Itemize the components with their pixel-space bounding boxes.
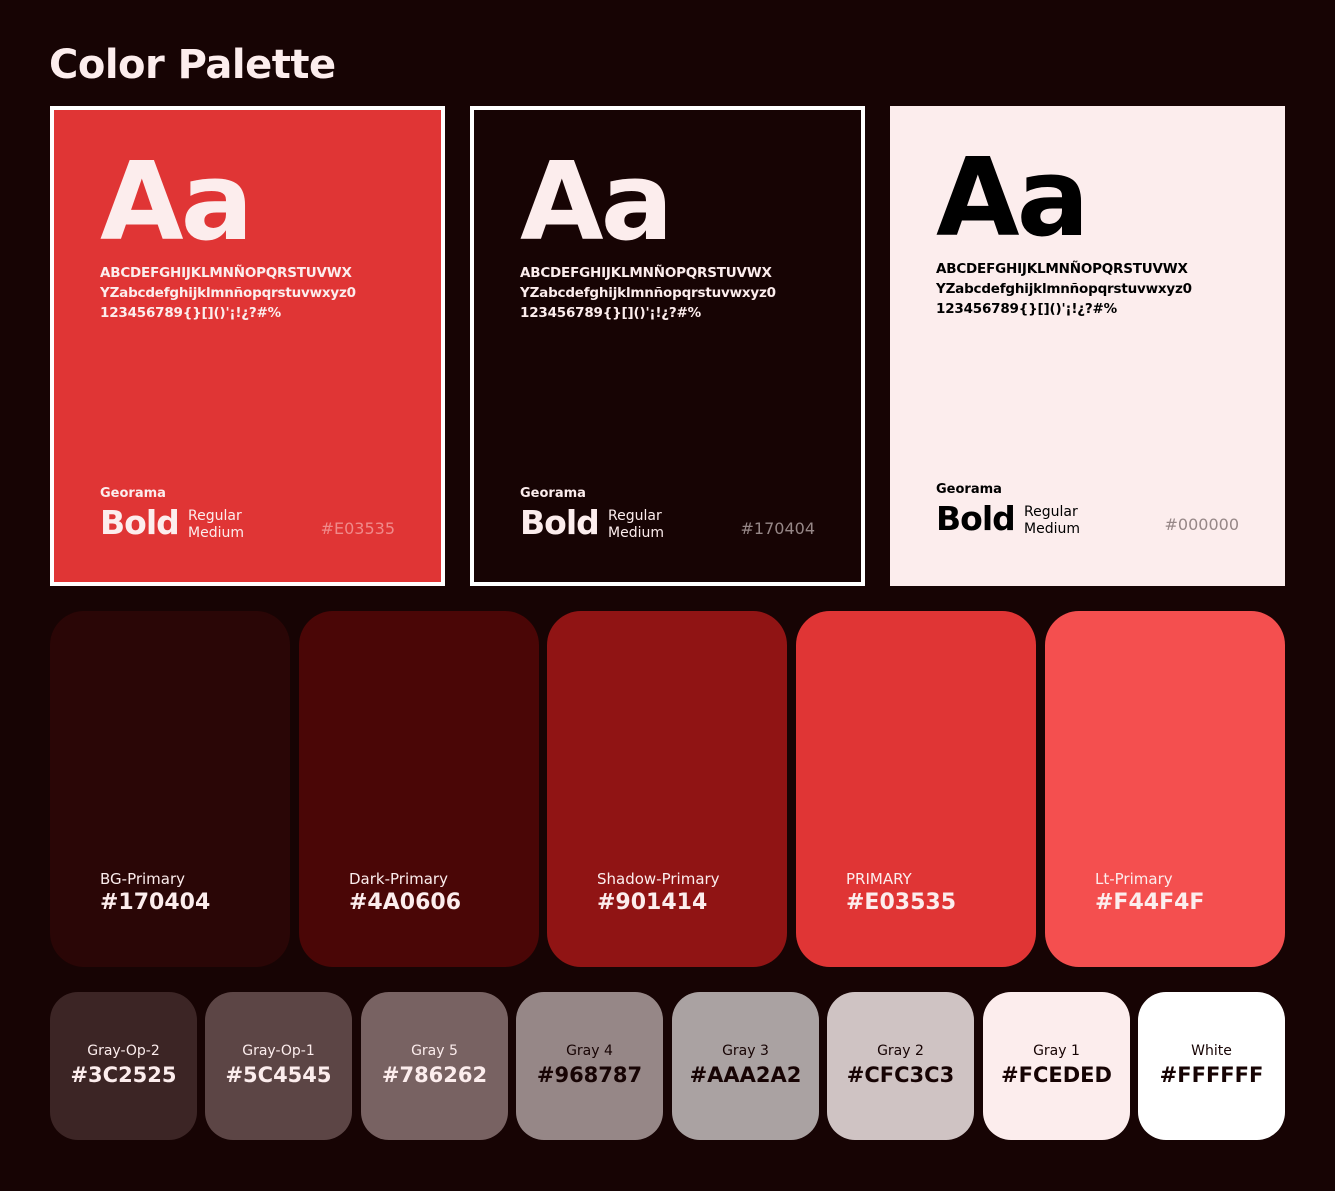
glyph-set: ABCDEFGHIJKLMNÑOPQRSTUVWX YZabcdefghijkl… <box>100 263 420 323</box>
weight-list: Regular Medium <box>608 508 664 542</box>
glyph-line-numbers: 123456789{}[]()'¡!¿?#% <box>936 301 1117 317</box>
swatch-hex: #170404 <box>100 890 211 915</box>
font-name: Georama <box>520 486 586 501</box>
type-card-surface: Aa ABCDEFGHIJKLMNÑOPQRSTUVWX YZabcdefghi… <box>474 110 861 582</box>
swatch-hex: #786262 <box>381 1063 488 1087</box>
swatch-hex: #FFFFFF <box>1159 1063 1264 1087</box>
weight-medium: Medium <box>608 525 664 541</box>
type-card-surface: Aa ABCDEFGHIJKLMNÑOPQRSTUVWX YZabcdefghi… <box>54 110 441 582</box>
swatch-gray-1: Gray 1 #FCEDED <box>983 992 1130 1140</box>
swatch-gray-5: Gray 5 #786262 <box>361 992 508 1140</box>
swatch-name: Gray 2 <box>877 1043 924 1059</box>
glyph-set: ABCDEFGHIJKLMNÑOPQRSTUVWX YZabcdefghijkl… <box>520 263 840 323</box>
swatch-gray-4: Gray 4 #968787 <box>516 992 663 1140</box>
swatch-name: Gray 4 <box>566 1043 613 1059</box>
type-card-light: Aa ABCDEFGHIJKLMNÑOPQRSTUVWX YZabcdefghi… <box>890 106 1285 586</box>
glyph-line-uppercase: ABCDEFGHIJKLMNÑOPQRSTUVWX <box>936 261 1188 277</box>
swatch-hex: #3C2525 <box>70 1063 177 1087</box>
weight-bold: Bold <box>936 499 1016 538</box>
swatch-lt-primary: Lt-Primary #F44F4F <box>1045 611 1285 967</box>
swatch-name: Lt-Primary <box>1095 870 1173 888</box>
glyph-line-lowercase: YZabcdefghijklmnñopqrstuvwxyz0 <box>100 285 356 301</box>
swatch-hex: #F44F4F <box>1095 890 1205 915</box>
swatch-dark-primary: Dark-Primary #4A0606 <box>299 611 539 967</box>
swatch-gray-op-1: Gray-Op-1 #5C4545 <box>205 992 352 1140</box>
weight-regular: Regular <box>188 508 242 524</box>
swatch-gray-2: Gray 2 #CFC3C3 <box>827 992 974 1140</box>
swatch-shadow-primary: Shadow-Primary #901414 <box>547 611 787 967</box>
swatch-name: Dark-Primary <box>349 870 448 888</box>
glyph-line-lowercase: YZabcdefghijklmnñopqrstuvwxyz0 <box>520 285 776 301</box>
swatch-hex: #E03535 <box>846 890 956 915</box>
type-specimen-aa: Aa <box>520 140 673 265</box>
swatch-name: BG-Primary <box>100 870 186 888</box>
swatch-name: Gray-Op-1 <box>242 1043 315 1059</box>
swatch-name: Gray 1 <box>1033 1043 1080 1059</box>
swatch-name: PRIMARY <box>846 870 912 888</box>
swatch-hex: #FCEDED <box>1001 1063 1112 1087</box>
card-hex-code: #000000 <box>1164 515 1239 534</box>
swatch-gray-op-2: Gray-Op-2 #3C2525 <box>50 992 197 1140</box>
type-specimen-aa: Aa <box>936 136 1089 261</box>
swatch-bg-primary: BG-Primary #170404 <box>50 611 290 967</box>
weight-medium: Medium <box>188 525 244 541</box>
swatch-name: Gray 5 <box>411 1043 458 1059</box>
swatch-name: Shadow-Primary <box>597 870 720 888</box>
swatch-gray-3: Gray 3 #AAA2A2 <box>672 992 819 1140</box>
swatch-name: Gray 3 <box>722 1043 769 1059</box>
swatch-hex: #CFC3C3 <box>846 1063 955 1087</box>
swatch-hex: #4A0606 <box>349 890 461 915</box>
weight-list: Regular Medium <box>1024 504 1080 538</box>
font-name: Georama <box>936 482 1002 497</box>
swatch-hex: #901414 <box>597 890 708 915</box>
swatch-primary: PRIMARY #E03535 <box>796 611 1036 967</box>
type-card-dark: Aa ABCDEFGHIJKLMNÑOPQRSTUVWX YZabcdefghi… <box>470 106 865 586</box>
weight-regular: Regular <box>608 508 662 524</box>
card-hex-code: #E03535 <box>320 519 395 538</box>
swatch-name: Gray-Op-2 <box>87 1043 160 1059</box>
font-name: Georama <box>100 486 166 501</box>
glyph-line-numbers: 123456789{}[]()'¡!¿?#% <box>520 305 701 321</box>
glyph-line-lowercase: YZabcdefghijklmnñopqrstuvwxyz0 <box>936 281 1192 297</box>
swatch-hex: #968787 <box>536 1063 643 1087</box>
weight-list: Regular Medium <box>188 508 244 542</box>
swatch-hex: #5C4545 <box>225 1063 332 1087</box>
type-card-surface: Aa ABCDEFGHIJKLMNÑOPQRSTUVWX YZabcdefghi… <box>890 106 1285 586</box>
weight-bold: Bold <box>100 503 180 542</box>
type-specimen-aa: Aa <box>100 140 253 265</box>
card-hex-code: #170404 <box>740 519 815 538</box>
weight-medium: Medium <box>1024 521 1080 537</box>
swatch-white: White #FFFFFF <box>1138 992 1285 1140</box>
color-palette-page: Color Palette Aa ABCDEFGHIJKLMNÑOPQRSTUV… <box>0 0 1335 1191</box>
type-card-primary: Aa ABCDEFGHIJKLMNÑOPQRSTUVWX YZabcdefghi… <box>50 106 445 586</box>
swatch-name: White <box>1191 1043 1232 1059</box>
page-title: Color Palette <box>49 42 336 88</box>
glyph-line-numbers: 123456789{}[]()'¡!¿?#% <box>100 305 281 321</box>
weight-bold: Bold <box>520 503 600 542</box>
glyph-line-uppercase: ABCDEFGHIJKLMNÑOPQRSTUVWX <box>100 265 352 281</box>
glyph-line-uppercase: ABCDEFGHIJKLMNÑOPQRSTUVWX <box>520 265 772 281</box>
weight-regular: Regular <box>1024 504 1078 520</box>
swatch-hex: #AAA2A2 <box>689 1063 802 1087</box>
glyph-set: ABCDEFGHIJKLMNÑOPQRSTUVWX YZabcdefghijkl… <box>936 259 1256 319</box>
